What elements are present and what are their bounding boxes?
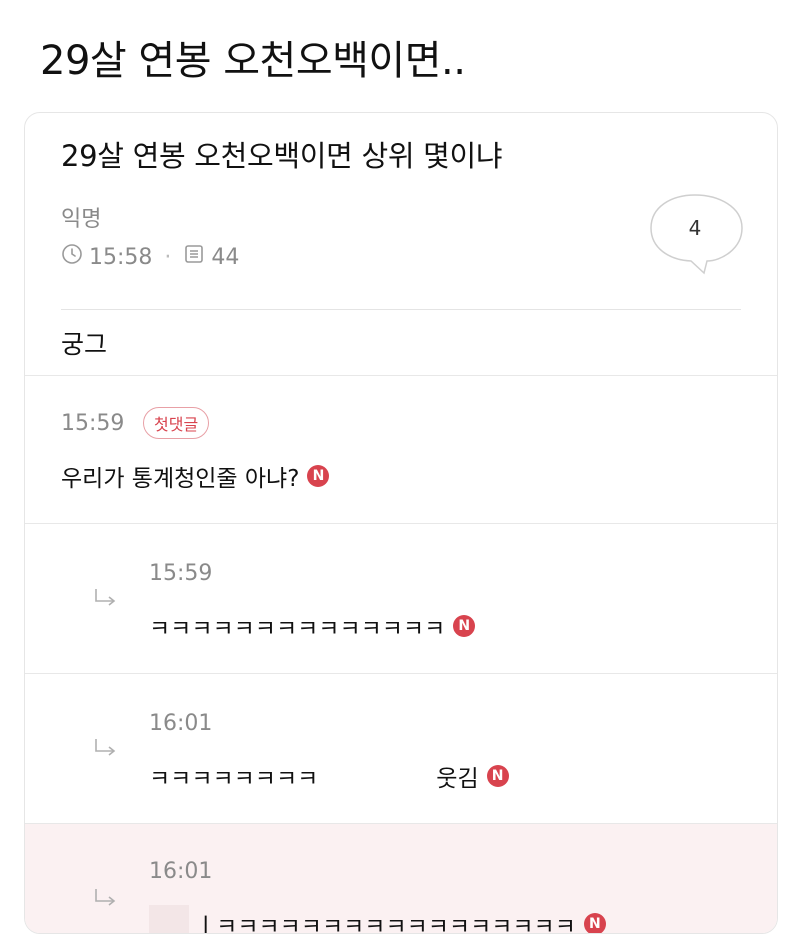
post-card: 29살 연봉 오천오백이면 상위 몇이냐 익명 15:58 · 44 4 궁그 … — [24, 112, 778, 934]
reply-arrow-icon — [95, 889, 116, 906]
reply-divider — [25, 823, 777, 824]
comment-time: 15:59 — [61, 411, 125, 436]
reply-time: 16:01 — [149, 711, 213, 736]
post-meta: 15:58 · 44 — [61, 243, 239, 271]
comment-text: 우리가 통계청인줄 아냐? N — [61, 459, 330, 493]
views-icon — [183, 243, 211, 271]
reply-text: ㅋㅋㅋㅋㅋㅋㅋㅋ 웃김 N — [149, 759, 509, 793]
new-badge-icon: N — [453, 615, 476, 637]
post-divider — [61, 309, 741, 310]
redacted-block — [149, 905, 189, 933]
comment-text-content: 우리가 통계청인줄 아냐? — [61, 466, 300, 492]
reply-arrow-icon — [95, 589, 116, 606]
comment-divider — [25, 523, 777, 524]
reply-divider — [25, 673, 777, 674]
reply-arrow-icon — [95, 739, 116, 756]
new-badge-icon: N — [583, 913, 606, 933]
comment-count: 4 — [688, 216, 702, 240]
clock-icon — [61, 243, 89, 271]
page-title: 29살 연봉 오천오백이면.. — [40, 38, 466, 84]
comment-count-button[interactable]: 4 — [649, 193, 745, 279]
reply-text: ㅣㅋㅋㅋㅋㅋㅋㅋㅋㅋㅋㅋㅋㅋㅋㅋㅋㅋ N — [195, 907, 606, 934]
reply-text-content: ㅋㅋㅋㅋㅋㅋㅋㅋ — [149, 766, 319, 792]
post-author: 익명 — [61, 207, 102, 232]
new-badge-icon: N — [307, 465, 330, 487]
reply-text-content: ㅣㅋㅋㅋㅋㅋㅋㅋㅋㅋㅋㅋㅋㅋㅋㅋㅋㅋ — [195, 914, 576, 934]
meta-separator: · — [164, 244, 172, 270]
comments-divider — [25, 375, 777, 376]
new-badge-icon: N — [486, 765, 509, 787]
post-time: 15:58 — [89, 244, 153, 270]
reply-text-content: ㅋㅋㅋㅋㅋㅋㅋㅋㅋㅋㅋㅋㅋㅋ — [149, 616, 446, 642]
post-title: 29살 연봉 오천오백이면 상위 몇이냐 — [61, 139, 503, 173]
post-body: 궁그 — [61, 330, 108, 359]
reply-text-tail: 웃김 — [436, 766, 479, 792]
post-views: 44 — [211, 244, 240, 270]
reply-time: 16:01 — [149, 859, 213, 884]
reply-time: 15:59 — [149, 561, 213, 586]
reply-text: ㅋㅋㅋㅋㅋㅋㅋㅋㅋㅋㅋㅋㅋㅋ N — [149, 609, 476, 643]
first-comment-badge: 첫댓글 — [143, 407, 210, 439]
